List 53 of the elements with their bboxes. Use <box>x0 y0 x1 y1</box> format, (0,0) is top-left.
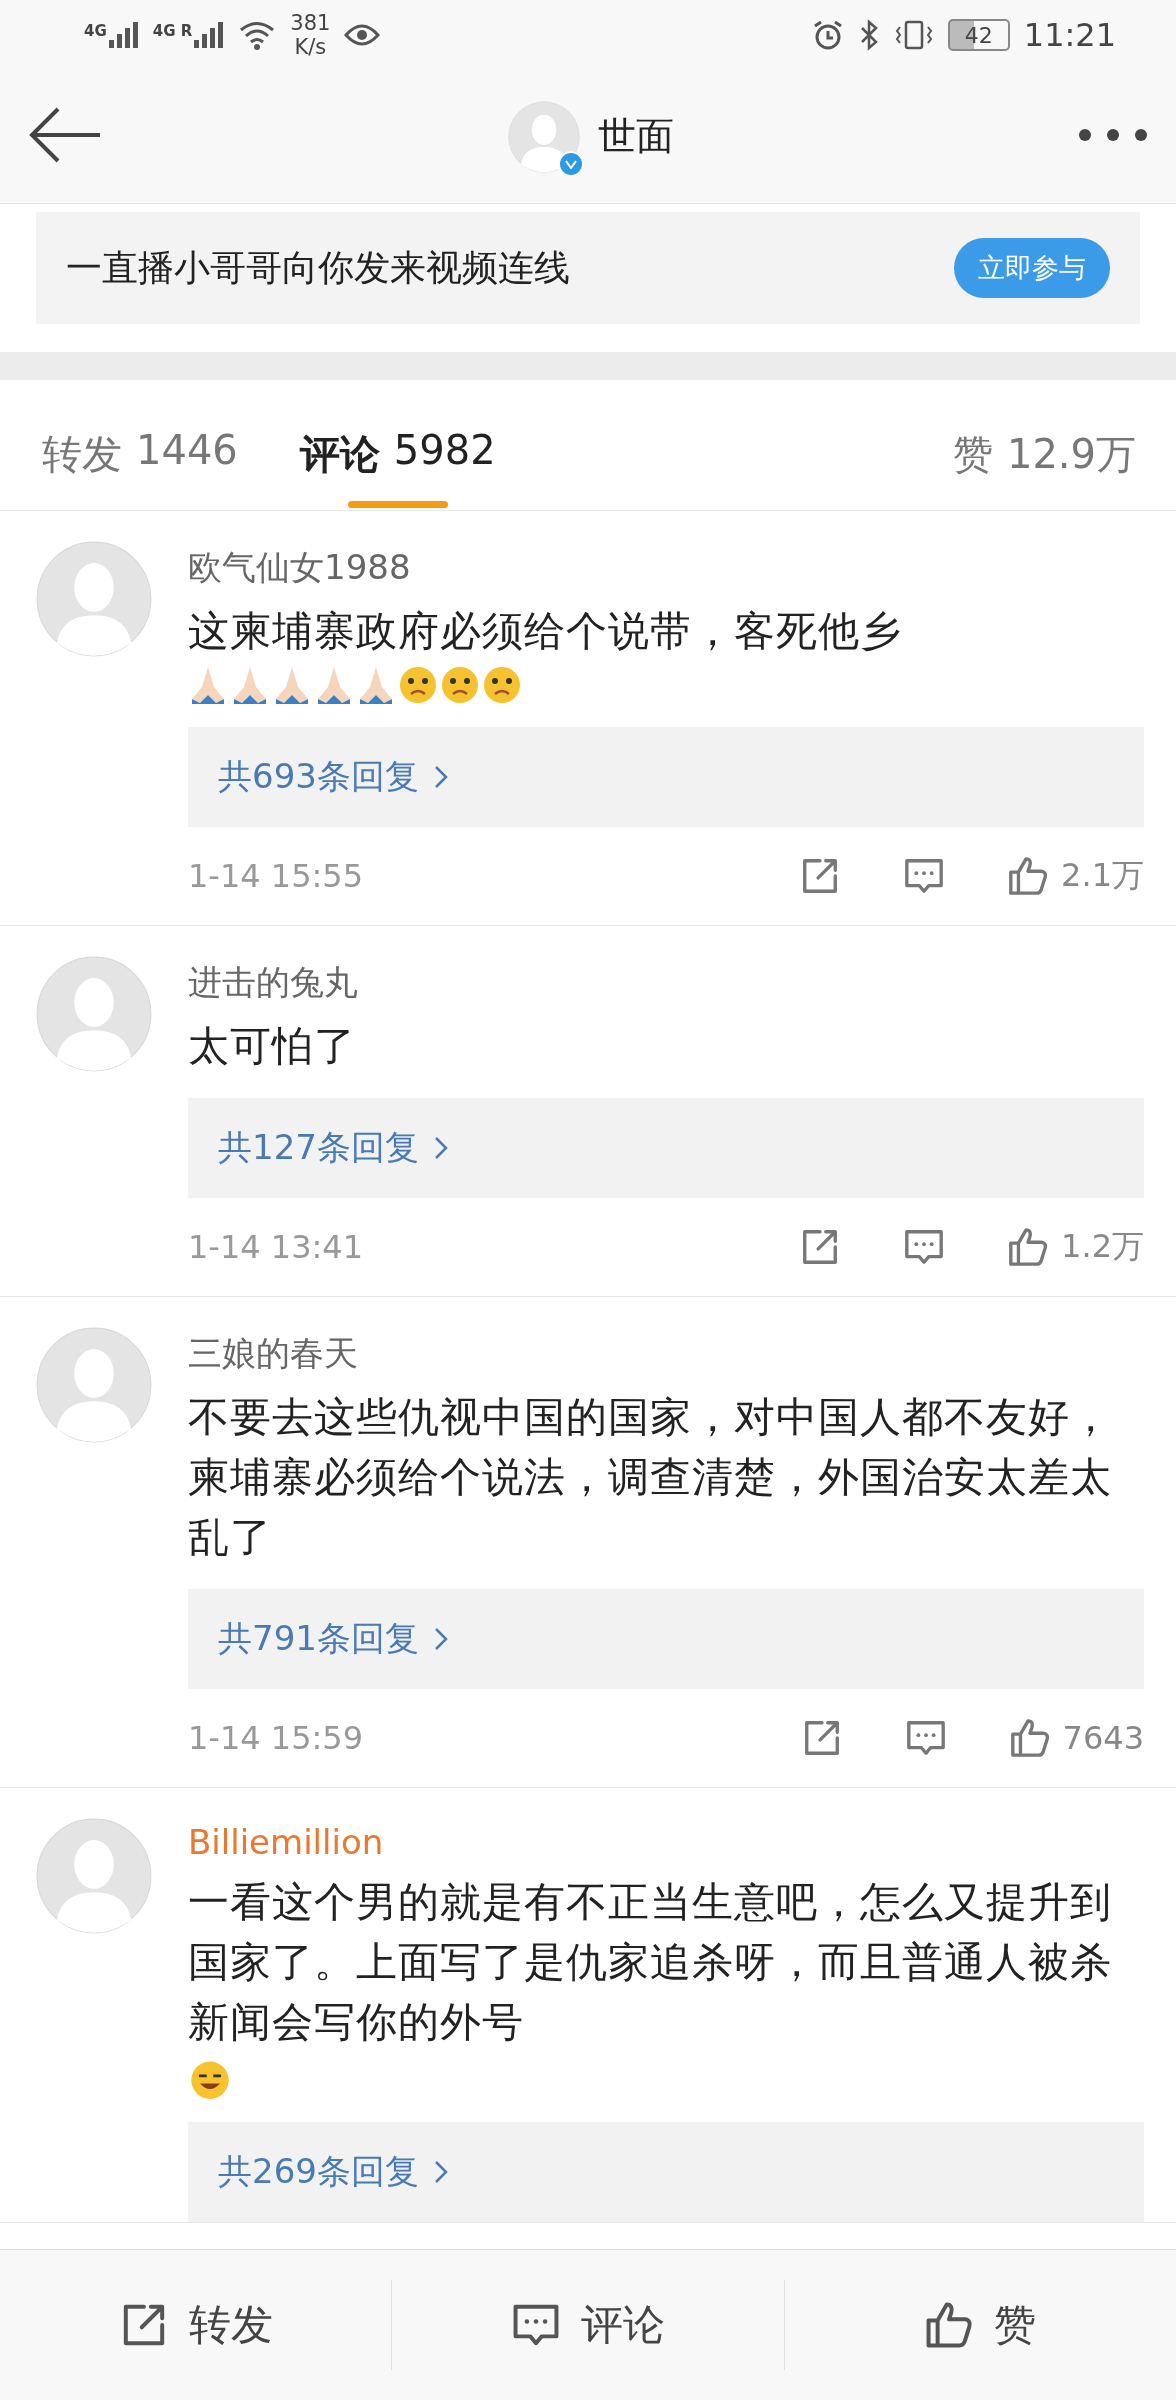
tab[interactable]: 评论 5982 <box>299 396 496 518</box>
commenter-name[interactable]: 进击的兔丸 <box>188 960 1144 1006</box>
vibrate-icon <box>893 19 934 51</box>
join-button[interactable]: 立即参与 <box>954 238 1110 298</box>
replies-link[interactable]: 共127条回复 <box>188 1098 1144 1198</box>
thumbs-up-icon <box>1008 1717 1051 1759</box>
commenter-name[interactable]: 三娘的春天 <box>188 1331 1144 1377</box>
chevron-right-icon <box>432 764 449 790</box>
comment-button[interactable]: 评论 <box>392 2280 785 2370</box>
signal-icon <box>194 22 225 48</box>
comment-text: 太可怕了 <box>188 1021 357 1072</box>
chevron-right-icon <box>432 1626 449 1652</box>
banner-text: 一直播小哥哥向你发来视频连线 <box>66 245 570 290</box>
network-label: 4G R <box>152 22 193 40</box>
chevron-right-icon <box>432 1135 449 1161</box>
comment-text: 这柬埔寨政府必须给个说带，客死他乡 <box>188 606 903 657</box>
comment-time: 1-14 15:59 <box>188 1719 364 1757</box>
like-button[interactable]: 赞 <box>784 2280 1176 2370</box>
sad-face-icon <box>482 665 522 705</box>
tab[interactable]: 赞 12.9万 <box>952 396 1136 518</box>
avatar-icon <box>508 100 580 173</box>
avatar-icon <box>36 1818 152 1934</box>
thumbs-up-icon <box>1007 1226 1050 1268</box>
avatar-icon <box>36 956 152 1072</box>
battery-indicator: 42 <box>947 19 1010 51</box>
comment-time: 1-14 15:55 <box>188 857 364 895</box>
comment-time: 1-14 13:41 <box>188 1228 364 1266</box>
comment-text: 不要去这些仇视中国的国家，对中国人都不友好，柬埔寨必须给个说法，调查清楚，外国治安太差太乱了 <box>188 1392 1113 1563</box>
chevron-right-icon <box>432 2159 449 2185</box>
commenter-name[interactable]: Billiemillion <box>188 1822 1144 1862</box>
thumbs-up-icon <box>1007 855 1050 897</box>
share-button[interactable]: 转发 <box>0 2280 393 2370</box>
avatar-icon <box>36 1327 152 1443</box>
avatar-icon <box>36 541 152 657</box>
sad-face-icon <box>398 665 438 705</box>
page-title: 世面 <box>598 113 674 160</box>
network-label: 4G <box>84 22 107 40</box>
network-speed: 381 <box>290 11 331 35</box>
sad-face-icon <box>440 665 480 705</box>
replies-link[interactable]: 共791条回复 <box>188 1589 1144 1689</box>
comment-text: 一看这个男的就是有不正当生意吧，怎么又提升到国家了。上面写了是仇家追杀呀，而且普通人被杀新闻会写你的外号 <box>188 1877 1113 2048</box>
commenter-name[interactable]: 欧气仙女1988 <box>188 545 1144 591</box>
signal-icon <box>108 22 139 48</box>
like-action[interactable]: 7643 <box>1008 1717 1144 1759</box>
like-action[interactable]: 2.1万 <box>1007 854 1144 898</box>
thumbs-up-icon <box>924 2300 975 2350</box>
eye-icon <box>344 23 381 47</box>
tab[interactable]: 转发 1446 <box>42 396 238 518</box>
speed-unit: K/s <box>294 35 327 59</box>
replies-link[interactable]: 共693条回复 <box>188 727 1144 827</box>
replies-link[interactable]: 共269条回复 <box>188 2122 1144 2222</box>
clock-time: 11:21 <box>1023 16 1116 54</box>
like-action[interactable]: 1.2万 <box>1007 1225 1144 1269</box>
